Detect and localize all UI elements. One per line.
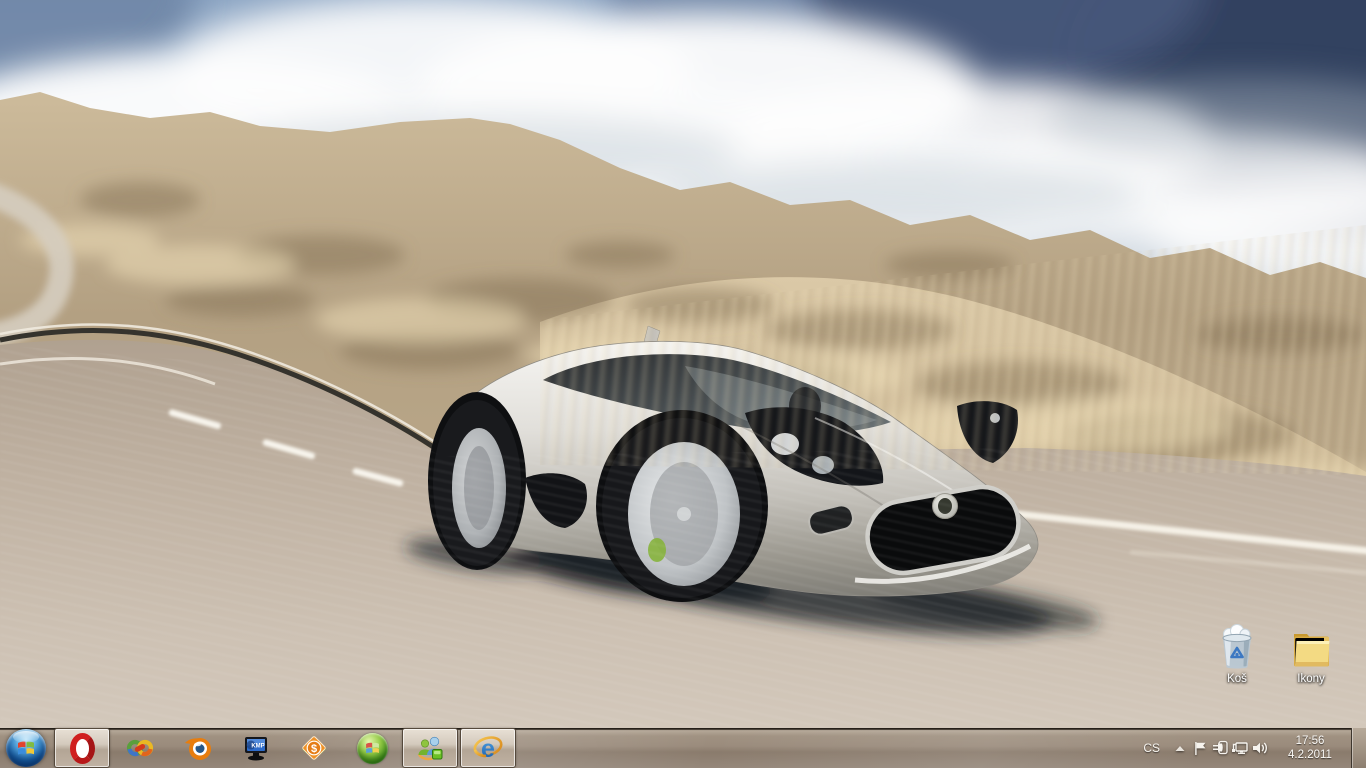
headlight-lamp-3 — [990, 413, 1000, 423]
windows-green-orb-icon — [357, 733, 388, 764]
desktop-icon-label: Ikony — [1272, 673, 1350, 685]
taskbar-button-dollar-app[interactable]: $ — [286, 729, 342, 767]
taskbar-button-kmplayer[interactable]: KMP — [228, 729, 284, 767]
windows7-desktop: Koš Ikony — [0, 0, 1366, 768]
dollar-diamond-icon: $ — [300, 734, 328, 762]
show-desktop-button[interactable] — [1351, 728, 1366, 768]
tray-clock[interactable]: 17:56 4.2.2011 — [1278, 734, 1342, 762]
language-indicator[interactable]: CS — [1143, 741, 1160, 755]
flag-icon — [1192, 740, 1208, 756]
opera-icon — [70, 733, 95, 764]
clock-time: 17:56 — [1278, 734, 1342, 748]
wallpaper-scene — [0, 0, 1366, 728]
dollar-glyph: $ — [311, 743, 317, 755]
action-center-button[interactable] — [1190, 734, 1210, 762]
taskbar-button-ribbons-app[interactable] — [112, 729, 168, 767]
folder-closed-icon — [1288, 624, 1334, 672]
clock-date: 4.2.2011 — [1278, 748, 1342, 762]
kmplayer-icon: KMP — [242, 734, 270, 762]
recycle-bin-full-icon — [1214, 624, 1260, 672]
blender-icon — [183, 734, 213, 762]
taskbar-button-messenger[interactable] — [402, 728, 458, 768]
taskbar-button-windows-green-app[interactable] — [344, 729, 400, 767]
speaker-icon — [1251, 740, 1269, 756]
system-tray: CS — [1143, 728, 1366, 768]
kmp-badge-text: KMP — [251, 744, 264, 750]
ie-e-glyph: e — [481, 735, 495, 762]
safely-remove-hardware-button[interactable] — [1210, 734, 1230, 762]
windows-flag-icon — [364, 740, 381, 756]
internet-explorer-icon: e — [472, 734, 504, 762]
hidden-icons-button[interactable] — [1170, 734, 1190, 762]
desktop-icon-folder[interactable]: Ikony — [1272, 624, 1350, 685]
windows-flag-icon — [15, 738, 37, 758]
desktop-icon-label: Koš — [1198, 673, 1276, 685]
jaguar-badge-center — [938, 498, 952, 514]
desktop-icon-recycle-bin[interactable]: Koš — [1198, 624, 1276, 685]
infinity-ribbon-icon — [126, 736, 154, 760]
taskbar-button-opera[interactable] — [54, 728, 110, 768]
front-wheel — [596, 410, 768, 602]
taskbar-button-blender[interactable] — [170, 729, 226, 767]
taskbar-button-internet-explorer[interactable]: e — [460, 728, 516, 768]
messenger-buddies-icon — [415, 734, 445, 762]
plug-icon — [1212, 740, 1229, 756]
volume-button[interactable] — [1250, 734, 1270, 762]
start-button[interactable] — [6, 729, 46, 767]
network-icon — [1231, 740, 1249, 756]
network-button[interactable] — [1230, 734, 1250, 762]
chevron-up-icon — [1174, 743, 1186, 754]
taskbar: KMP $ — [0, 728, 1366, 768]
rear-wheel — [428, 392, 526, 570]
